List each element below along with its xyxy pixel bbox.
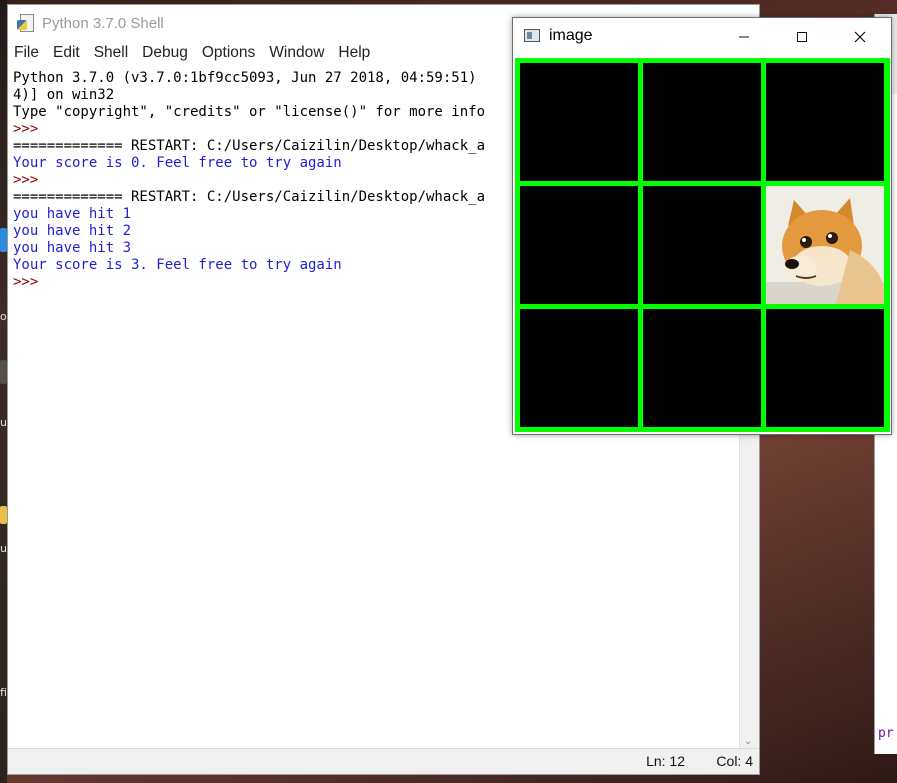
- desktop-icon-dark[interactable]: [0, 360, 7, 384]
- grid-cell-empty[interactable]: [643, 63, 761, 181]
- desktop-icon-folder[interactable]: [0, 506, 7, 524]
- minimize-icon[interactable]: [715, 18, 773, 56]
- code-fragment: pr: [878, 726, 894, 741]
- menu-edit[interactable]: Edit: [50, 44, 87, 62]
- menu-debug[interactable]: Debug: [139, 44, 195, 62]
- menu-file[interactable]: File: [11, 44, 46, 62]
- shell-window-title: Python 3.7.0 Shell: [42, 14, 164, 32]
- menu-shell[interactable]: Shell: [91, 44, 135, 62]
- menu-help[interactable]: Help: [335, 44, 377, 62]
- whack-a-mole-grid[interactable]: [515, 58, 890, 432]
- image-window-app-icon: [524, 29, 540, 42]
- image-window-title: image: [549, 27, 593, 44]
- python-idle-icon: [17, 14, 35, 32]
- grid-cell-empty[interactable]: [520, 63, 638, 181]
- menu-window[interactable]: Window: [266, 44, 331, 62]
- maximize-icon[interactable]: [773, 18, 831, 56]
- doge-icon[interactable]: [766, 186, 884, 304]
- image-window[interactable]: image: [512, 17, 892, 435]
- grid-cell-empty[interactable]: [520, 309, 638, 427]
- desktop-label-fragment: fi: [0, 686, 7, 699]
- close-icon[interactable]: [831, 18, 889, 56]
- desktop-background: [0, 0, 7, 783]
- status-column-number: Col: 4: [716, 753, 753, 769]
- shell-statusbar: Ln: 12 Col: 4: [8, 748, 759, 774]
- grid-cell-empty[interactable]: [766, 309, 884, 427]
- desktop-icon-blue[interactable]: [0, 228, 7, 252]
- image-window-titlebar[interactable]: image: [513, 18, 891, 56]
- grid-cell-empty[interactable]: [520, 186, 638, 304]
- desktop-label-fragment: u: [0, 542, 7, 555]
- grid-cell-doge[interactable]: [766, 186, 884, 304]
- grid-cell-empty[interactable]: [766, 63, 884, 181]
- scroll-down-arrow-icon[interactable]: ⌄: [744, 736, 752, 747]
- desktop-label-fragment: u: [0, 416, 7, 429]
- grid-cell-empty[interactable]: [643, 186, 761, 304]
- grid-cell-empty[interactable]: [643, 309, 761, 427]
- desktop-label-fragment: o: [0, 310, 7, 323]
- menu-options[interactable]: Options: [199, 44, 262, 62]
- status-line-number: Ln: 12: [646, 753, 685, 769]
